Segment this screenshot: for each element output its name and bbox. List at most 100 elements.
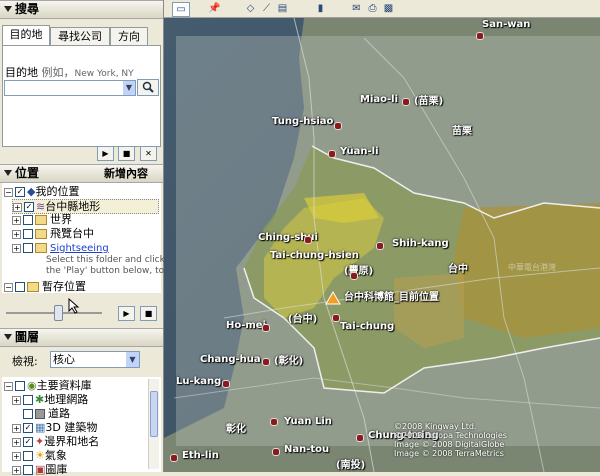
layers-tree: − ◉主要資料庫 + ✱地理網路 道路 + ✓ ▦3D 建築物 + ✓ ✦邊界和地名 + ☀氣… [2,377,161,476]
tree-item-label: 台中縣地形 [45,200,101,213]
play-button[interactable]: ▶ [97,146,114,161]
tree-item-fly-taichung[interactable]: + 飛覽台中 [12,227,94,240]
map-view-icon[interactable]: ▩ [382,2,395,15]
layer-item-3d-buildings[interactable]: + ✓ ▦3D 建築物 [12,421,97,434]
checkbox[interactable] [23,395,33,405]
ruler-icon[interactable]: ▮ [314,2,327,15]
sidebar-toggle-icon[interactable]: ▭ [172,2,190,17]
checkbox[interactable] [23,451,33,461]
tab-destination-label: 目的地 [9,28,43,41]
checkbox[interactable] [15,381,25,391]
collapse-toggle-icon[interactable]: − [4,187,13,197]
add-content-button[interactable]: 新增內容 [104,165,148,182]
search-button[interactable] [137,79,159,96]
stop-tour-button[interactable]: ■ [140,306,157,321]
layer-item-primary-db[interactable]: − ◉主要資料庫 [4,379,92,392]
tab-destination[interactable]: 目的地 [2,25,50,46]
tree-item-taichung-terrain[interactable]: + ✓ ≋台中縣地形 [12,199,159,214]
close-button[interactable]: ✕ [140,146,157,161]
tab-find-business-label: 尋找公司 [58,30,102,43]
checkbox[interactable]: ✓ [23,437,33,447]
checkbox[interactable]: ✓ [23,423,33,433]
play-tour-button[interactable]: ▶ [118,306,135,321]
checkbox[interactable] [15,282,25,292]
tree-item-my-places[interactable]: − ✓ ◆我的位置 [4,185,79,198]
layers-panel-header[interactable]: 圖層 [0,328,163,347]
expand-toggle-icon[interactable]: + [13,202,22,212]
tab-find-business[interactable]: 尋找公司 [50,27,110,45]
dropdown-arrow-icon[interactable]: ▼ [126,352,139,367]
tab-directions-label: 方向 [118,30,140,43]
checkbox[interactable] [23,215,33,225]
tour-slider-handle[interactable] [54,305,63,321]
path-icon[interactable]: ⟋ [260,2,273,15]
layer-item-borders-labels[interactable]: + ✓ ✦邊界和地名 [12,435,99,448]
tree-item-label: 邊界和地名 [44,435,100,448]
stop-button[interactable]: ■ [118,146,135,161]
map-label-tung-hsiao: Tung-hsiao [272,116,334,127]
layer-item-weather[interactable]: + ☀氣象 [12,449,67,462]
city-marker [262,358,270,366]
collapse-triangle-icon[interactable] [4,170,12,176]
expand-toggle-icon[interactable]: + [12,437,21,447]
overlay-icon[interactable]: ▤ [276,2,289,15]
layer-item-roads[interactable]: 道路 [12,407,70,420]
checkbox[interactable]: ✓ [24,202,34,212]
map-label-miao-li: Miao-li [360,94,399,105]
checkbox[interactable] [23,229,33,239]
road-icon [35,409,45,419]
polygon-icon[interactable]: ◇ [244,2,257,15]
map-label-chang-hua: Chang-hua [200,354,261,365]
tree-item-sightseeing[interactable]: + Sightseeing [12,241,109,254]
print-icon[interactable]: ⎙ [366,2,379,15]
copyright-line: Image © 2008 TerraMetrics [394,449,504,458]
city-marker [270,418,278,426]
layers-scrollbar[interactable] [148,379,159,469]
scrollbar-thumb[interactable] [150,391,158,437]
checkbox[interactable]: ✓ [15,187,25,197]
checkbox[interactable] [23,409,33,419]
expand-toggle-icon[interactable]: + [12,229,21,239]
tree-item-temporary-places[interactable]: − 暫存位置 [4,280,86,293]
copyright-line: ©2008 Kingway Ltd. [394,422,477,431]
places-panel-header[interactable]: 位置 新增內容 [0,164,163,183]
placemark-icon[interactable]: 📌 [208,2,221,15]
layer-item-geographic-web[interactable]: + ✱地理網路 [12,393,88,406]
folder-icon [27,282,39,292]
map-label-taichung-cn: (台中) [288,314,318,325]
placemark-label-current-location[interactable]: 台中科博館_目前位置 [344,288,439,303]
expand-toggle-icon[interactable]: + [12,215,21,225]
dropdown-arrow-icon[interactable]: ▼ [123,81,135,95]
city-marker [356,434,364,442]
expand-toggle-icon[interactable]: + [12,451,21,461]
city-marker [222,380,230,388]
folder-icon [35,229,47,239]
checkbox[interactable] [23,465,33,475]
view-select[interactable]: 核心 ▼ [50,351,140,368]
map-view[interactable]: San-wan Miao-li (苗栗) 苗栗 Tung-hsiao Yüan-… [164,18,600,472]
collapse-toggle-icon[interactable]: − [4,282,13,292]
magnifier-icon [142,81,154,93]
expand-toggle-icon[interactable]: + [12,395,21,405]
expand-toggle-icon[interactable]: + [12,243,21,253]
collapse-toggle-icon[interactable]: − [4,381,13,391]
checkbox[interactable] [23,243,33,253]
tab-directions[interactable]: 方向 [110,27,148,45]
layer-item-gallery[interactable]: + ▣圖庫 [12,463,67,476]
map-label-yuan-lin: Yuan Lin [284,416,332,427]
description-line: Select this folder and click o [46,255,174,265]
search-input[interactable]: ▼ [4,80,136,96]
sightseeing-description: Select this folder and click o the 'Play… [46,255,173,277]
search-panel-header[interactable]: 搜尋 [0,0,163,19]
expand-toggle-icon[interactable]: + [12,423,21,433]
example-value: New York, NY [74,69,134,79]
sightseeing-link[interactable]: Sightseeing [50,243,109,254]
expand-toggle-icon[interactable]: + [12,465,21,475]
tree-item-label: 主要資料庫 [36,379,92,392]
collapse-triangle-icon[interactable] [4,6,12,12]
email-icon[interactable]: ✉ [350,2,363,15]
tree-item-world[interactable]: + 世界 [12,213,72,226]
layer-icon: ≋ [36,200,46,213]
collapse-triangle-icon[interactable] [4,334,12,340]
city-marker [376,242,384,250]
